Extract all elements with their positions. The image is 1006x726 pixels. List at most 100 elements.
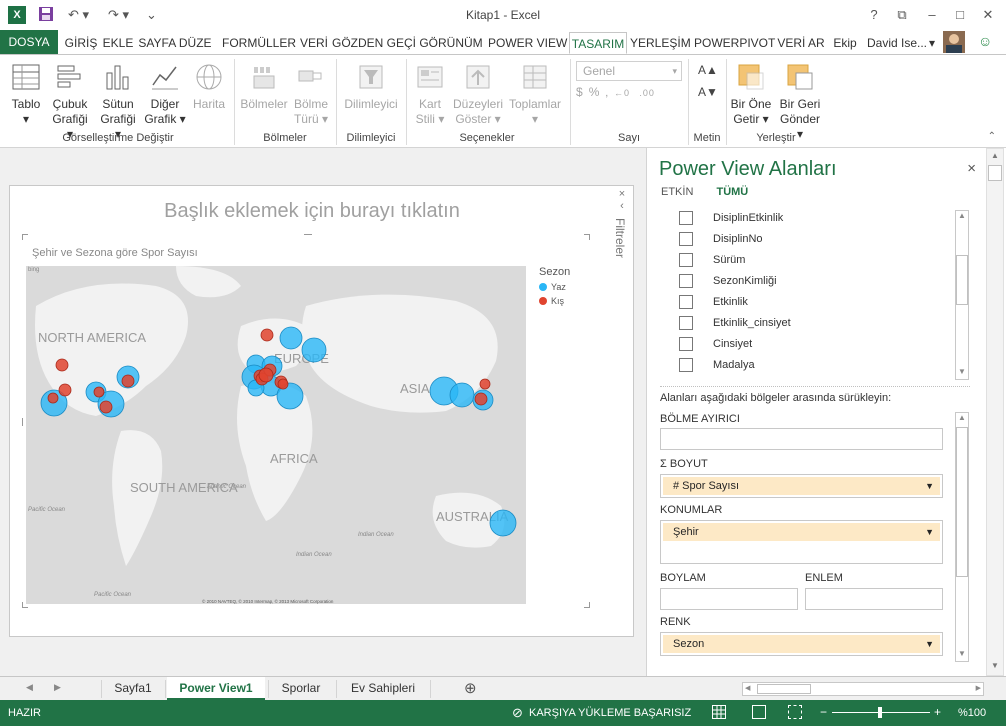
zoom-in-button[interactable]: + <box>934 705 941 719</box>
resize-handle[interactable] <box>584 602 590 608</box>
scroll-up-icon[interactable]: ▲ <box>956 211 968 223</box>
column-chart-button[interactable]: Sütun Grafiği ▾ <box>96 61 140 142</box>
sheet-tab-sporlar[interactable]: Sporlar <box>270 677 332 700</box>
add-sheet-button[interactable]: ⊕ <box>464 679 477 697</box>
scroll-down-icon[interactable]: ▼ <box>956 649 968 661</box>
resize-handle[interactable] <box>304 234 312 240</box>
world-map[interactable]: Atlantic Ocean Pacific Ocean Indian Ocea… <box>26 266 526 604</box>
scroll-thumb[interactable] <box>988 165 1002 181</box>
scroll-thumb[interactable] <box>757 684 811 694</box>
dropdown-arrow-icon[interactable]: ▼ <box>925 523 934 541</box>
zone-size[interactable]: # Spor Sayısı ▼ <box>660 474 943 498</box>
tab-team[interactable]: Ekip <box>830 32 860 54</box>
field-list-scrollbar[interactable]: ▲ ▼ <box>955 210 969 380</box>
field-checkbox[interactable] <box>679 211 693 225</box>
tab-active-fields[interactable]: ETKİN <box>661 186 693 198</box>
zone-tile-by[interactable] <box>660 428 943 450</box>
zone-color[interactable]: Sezon ▼ <box>660 632 943 656</box>
scroll-up-icon[interactable]: ▲ <box>988 151 1002 163</box>
card-style-button[interactable]: Kart Stili ▾ <box>410 61 450 127</box>
tiles-button[interactable]: Bölmeler <box>238 61 290 112</box>
field-checkbox[interactable] <box>679 232 693 246</box>
tab-insert[interactable]: EKLE <box>102 32 134 54</box>
tab-file[interactable]: DOSYA <box>0 30 58 54</box>
zone-item-locations[interactable]: Şehir ▼ <box>663 523 940 541</box>
tab-data[interactable]: VERİ <box>298 32 330 54</box>
tile-type-button[interactable]: Bölme Türü ▾ <box>290 61 332 127</box>
collapse-ribbon-icon[interactable]: ⌃ <box>988 131 996 142</box>
show-levels-button[interactable]: Düzeyleri Göster ▾ <box>452 61 504 127</box>
zoom-out-button[interactable]: − <box>820 705 827 719</box>
sheet-tab-sayfa1[interactable]: Sayfa1 <box>104 677 162 700</box>
bar-chart-button[interactable]: Çubuk Grafiği ▾ <box>48 61 92 142</box>
scroll-down-icon[interactable]: ▼ <box>956 367 968 379</box>
user-name[interactable]: David Ise... <box>866 32 928 54</box>
tab-design[interactable]: TASARIM <box>569 32 627 54</box>
scroll-up-icon[interactable]: ▲ <box>956 413 968 425</box>
page-layout-view-icon[interactable] <box>752 705 766 719</box>
tab-powerpivot[interactable]: POWERPIVOT <box>694 32 775 54</box>
dropdown-arrow-icon[interactable]: ▼ <box>925 477 934 495</box>
number-format-symbols[interactable]: $%‚←0 .00 <box>576 85 686 99</box>
other-chart-button[interactable]: Diğer Grafik ▾ <box>144 61 186 127</box>
avatar[interactable] <box>943 31 965 53</box>
decrease-font-button[interactable]: A▼ <box>698 85 718 99</box>
zones-scrollbar[interactable]: ▲ ▼ <box>955 412 969 662</box>
map-visualization[interactable]: Şehir ve Sezona göre Spor Sayısı Atlanti… <box>22 234 590 608</box>
worksheet-vertical-scrollbar[interactable]: ▲ ▼ <box>986 148 1004 676</box>
field-checkbox[interactable] <box>679 253 693 267</box>
restore-button[interactable]: □ <box>946 4 974 26</box>
tab-home[interactable]: GİRİŞ <box>62 32 100 54</box>
sheet-tab-power-view1[interactable]: Power View1 <box>167 677 265 700</box>
totals-button[interactable]: Toplamlar ▾ <box>506 61 564 127</box>
smiley-feedback-icon[interactable]: ☺ <box>978 33 998 51</box>
field-checkbox[interactable] <box>679 358 693 372</box>
filters-pane-toggle[interactable]: × ‹ Filtreler <box>613 188 631 258</box>
tab-all-fields[interactable]: TÜMÜ <box>716 186 748 198</box>
field-checkbox[interactable] <box>679 337 693 351</box>
filters-close-icon[interactable]: × <box>613 188 631 200</box>
tab-view[interactable]: GÖRÜNÜM <box>418 32 484 54</box>
zoom-level[interactable]: %100 <box>958 707 986 719</box>
tab-layout[interactable]: YERLEŞİM <box>630 32 691 54</box>
resize-handle[interactable] <box>584 234 590 240</box>
tab-power-view[interactable]: POWER VIEW <box>488 32 567 54</box>
legend-item-summer[interactable]: Yaz <box>539 282 570 292</box>
user-menu-chevron[interactable]: ▾ <box>926 32 938 54</box>
field-checkbox[interactable] <box>679 295 693 309</box>
zone-item-size[interactable]: # Spor Sayısı ▼ <box>663 477 940 495</box>
ribbon-display-button[interactable]: ⧉ <box>888 4 916 26</box>
normal-view-icon[interactable] <box>712 705 726 719</box>
table-button[interactable]: Tablo ▾ <box>6 61 46 127</box>
resize-handle[interactable] <box>22 234 28 240</box>
map-button[interactable]: Harita <box>188 61 230 112</box>
prev-sheet-icon[interactable]: ◀ <box>26 682 33 693</box>
zone-item-color[interactable]: Sezon ▼ <box>663 635 940 653</box>
tab-review[interactable]: GÖZDEN GEÇİ <box>332 32 416 54</box>
send-backward-button[interactable]: Bir Geri Gönder ▾ <box>776 61 824 142</box>
sheet-tab-ev-sahipleri[interactable]: Ev Sahipleri <box>338 677 428 700</box>
help-button[interactable]: ? <box>860 4 888 26</box>
upload-status[interactable]: KARŞIYA YÜKLEME BAŞARISIZ <box>529 707 691 719</box>
zoom-slider-thumb[interactable] <box>878 707 882 718</box>
minimize-button[interactable]: – <box>918 4 946 26</box>
tab-formulas[interactable]: FORMÜLLER <box>222 32 296 54</box>
close-button[interactable]: ✕ <box>974 4 1002 26</box>
legend-item-winter[interactable]: Kış <box>539 296 570 306</box>
scroll-down-icon[interactable]: ▼ <box>988 661 1002 673</box>
pane-close-icon[interactable]: × <box>967 160 976 177</box>
number-format-dropdown[interactable]: Genel ▾ <box>576 61 682 81</box>
filters-arrow-icon[interactable]: ‹ <box>613 200 631 212</box>
next-sheet-icon[interactable]: ▶ <box>54 682 61 693</box>
zone-longitude[interactable] <box>660 588 798 610</box>
zone-locations[interactable]: Şehir ▼ <box>660 520 943 564</box>
slicer-button[interactable]: Dilimleyici <box>340 61 402 112</box>
page-break-view-icon[interactable] <box>788 705 802 719</box>
scroll-right-icon[interactable]: ▶ <box>976 684 981 692</box>
field-checkbox[interactable] <box>679 274 693 288</box>
scroll-thumb[interactable] <box>956 427 968 577</box>
title-placeholder[interactable]: Başlık eklemek için burayı tıklatın <box>10 200 614 223</box>
dropdown-arrow-icon[interactable]: ▼ <box>925 635 934 653</box>
bring-forward-button[interactable]: Bir Öne Getir ▾ <box>728 61 774 127</box>
scroll-left-icon[interactable]: ◀ <box>745 684 750 692</box>
